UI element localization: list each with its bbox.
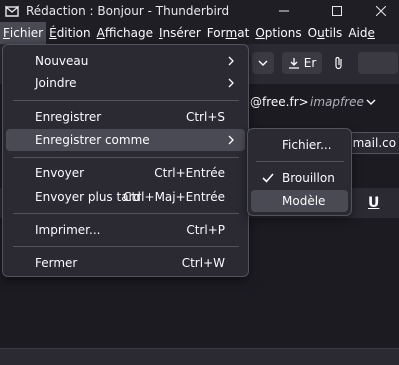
menu-item-send-later[interactable]: Envoyer plus tard Ctrl+Maj+Entrée (6, 186, 245, 208)
menu-separator (13, 157, 239, 158)
toolbar-dropdown-button[interactable] (252, 52, 274, 74)
submenu-item-label: Brouillon (282, 171, 335, 185)
status-bar (0, 348, 399, 365)
menu-item-shortcut: Ctrl+Entrée (154, 166, 225, 180)
menu-item-label: Enregistrer (35, 110, 102, 124)
chevron-right-icon (228, 56, 234, 66)
menu-item-shortcut: Ctrl+P (186, 223, 225, 237)
menu-item-save[interactable]: Enregistrer Ctrl+S (6, 106, 245, 128)
menu-item-new[interactable]: Nouveau (6, 50, 245, 72)
submenu-item-template[interactable]: Modèle (251, 190, 348, 212)
toolbar-button-partial[interactable] (358, 52, 398, 74)
menu-affichage[interactable]: Affichage (94, 22, 156, 44)
menu-options[interactable]: Options (252, 22, 304, 44)
submenu-item-label: Modèle (282, 194, 326, 208)
minimize-button[interactable] (261, 0, 307, 22)
close-icon (376, 6, 386, 16)
menu-item-label: Nouveau (35, 54, 89, 68)
attach-toolbar-button[interactable] (328, 52, 350, 74)
toolbar-button-label: Er (303, 56, 317, 70)
chevron-down-icon[interactable] (366, 97, 376, 107)
from-identity: imapfree (310, 95, 364, 109)
menu-item-shortcut: Ctrl+S (185, 110, 225, 124)
menu-fichier[interactable]: Fichier (0, 22, 47, 44)
close-window-button[interactable] (358, 0, 399, 22)
thunderbird-app-icon (5, 5, 19, 17)
menu-item-attach[interactable]: Joindre (6, 72, 245, 94)
menu-item-save-as[interactable]: Enregistrer comme (6, 129, 245, 151)
submenu-item-label: Fichier... (282, 138, 332, 152)
chevron-right-icon (228, 78, 234, 88)
menu-item-label: Joindre (35, 76, 77, 90)
menu-item-shortcut: Ctrl+W (181, 256, 225, 270)
menu-aide[interactable]: Aid e (345, 22, 378, 44)
submenu-item-draft[interactable]: Brouillon (251, 167, 348, 189)
download-icon (288, 58, 299, 69)
minimize-icon (279, 10, 289, 12)
menu-item-send[interactable]: Envoyer Ctrl+Entrée (6, 162, 245, 184)
file-menu: Nouveau Joindre Enregistrer Ctrl+S Enreg… (2, 44, 249, 277)
chevron-right-icon (228, 135, 234, 145)
maximize-icon (332, 6, 342, 16)
menu-item-label: Imprimer... (35, 223, 101, 237)
menu-item-label: Enregistrer comme (35, 133, 150, 147)
from-email[interactable]: @free.fr> (250, 95, 309, 109)
menu-edition[interactable]: Édition (46, 22, 94, 44)
menu-separator (13, 100, 239, 101)
menu-separator (13, 246, 239, 247)
menu-item-shortcut: Ctrl+Maj+Entrée (123, 190, 225, 204)
menu-item-label: Envoyer (35, 166, 85, 180)
submenu-item-file[interactable]: Fichier... (251, 134, 348, 156)
paperclip-icon (335, 56, 342, 70)
menu-bar: Fichier Édition Affichage Insérer For m at… (0, 22, 399, 44)
chevron-down-icon (258, 60, 268, 66)
menu-separator (256, 161, 344, 162)
window-title: Rédaction : Bonjour - Thunderbird (26, 4, 230, 18)
menu-item-print[interactable]: Imprimer... Ctrl+P (6, 219, 245, 241)
menu-format[interactable]: For m at (204, 22, 253, 44)
menu-outils[interactable]: Ou tils (305, 22, 346, 44)
menu-item-close[interactable]: Fermer Ctrl+W (6, 252, 245, 274)
menu-inserer[interactable]: Insérer (156, 22, 204, 44)
underline-button[interactable]: U (368, 195, 379, 211)
maximize-button[interactable] (314, 0, 360, 22)
menu-separator (13, 213, 239, 214)
checkmark-icon (262, 173, 274, 183)
menu-item-label: Fermer (35, 256, 78, 270)
save-toolbar-button[interactable]: Er (282, 52, 322, 74)
save-as-submenu: Fichier... Brouillon Modèle (247, 128, 352, 216)
